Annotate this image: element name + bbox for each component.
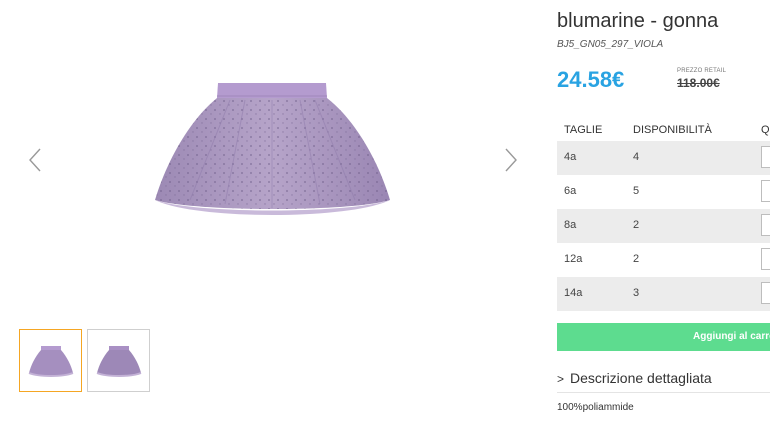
header-quantity: Q — [761, 124, 770, 136]
availability-cell: 4 — [633, 151, 640, 163]
size-cell: 12a — [564, 253, 583, 265]
skirt-thumbnail-image — [96, 345, 141, 377]
prev-image-button[interactable] — [27, 147, 43, 173]
sizes-table-header: TAGLIE DISPONIBILITÀ Q — [557, 120, 770, 141]
header-sizes: TAGLIE — [564, 124, 603, 136]
table-row: 12a 2 — [557, 243, 770, 277]
quantity-input[interactable] — [761, 214, 770, 236]
quantity-input[interactable] — [761, 180, 770, 202]
description-toggle[interactable]: > Descrizione dettagliata — [557, 370, 770, 386]
thumbnail-2[interactable] — [87, 329, 150, 392]
description-toggle-label: Descrizione dettagliata — [570, 370, 712, 386]
chevron-right-icon — [505, 148, 517, 172]
quantity-input[interactable] — [761, 146, 770, 168]
add-to-cart-button[interactable]: Aggiungi al carrello — [557, 323, 770, 351]
product-main-image — [150, 80, 395, 230]
availability-cell: 5 — [633, 185, 640, 197]
description-text: 100%poliammide — [557, 402, 634, 413]
sizes-table: TAGLIE DISPONIBILITÀ Q 4a 4 6a 5 8a 2 12… — [557, 120, 770, 311]
availability-cell: 2 — [633, 219, 640, 231]
availability-cell: 3 — [633, 287, 640, 299]
product-title: blumarine - gonna — [557, 10, 719, 32]
thumbnail-1[interactable] — [19, 329, 82, 392]
chevron-right-icon: > — [557, 372, 565, 386]
next-image-button[interactable] — [503, 147, 519, 173]
table-row: 4a 4 — [557, 141, 770, 175]
product-sku: BJ5_GN05_297_VIOLA — [557, 39, 664, 50]
add-to-cart-label: Aggiungi al carrello — [693, 331, 770, 342]
size-cell: 4a — [564, 151, 577, 163]
product-price: 24.58€ — [557, 67, 625, 92]
header-availability: DISPONIBILITÀ — [633, 124, 712, 136]
quantity-input[interactable] — [761, 248, 770, 270]
table-row: 8a 2 — [557, 209, 770, 243]
chevron-left-icon — [29, 148, 41, 172]
availability-cell: 2 — [633, 253, 640, 265]
size-cell: 6a — [564, 185, 577, 197]
skirt-thumbnail-image — [28, 345, 73, 377]
retail-price-label: PREZZO RETAIL — [677, 68, 727, 74]
retail-price: 118.00€ — [677, 76, 720, 90]
size-cell: 8a — [564, 219, 577, 231]
quantity-input[interactable] — [761, 282, 770, 304]
divider — [557, 392, 770, 393]
table-row: 14a 3 — [557, 277, 770, 311]
table-row: 6a 5 — [557, 175, 770, 209]
size-cell: 14a — [564, 287, 583, 299]
